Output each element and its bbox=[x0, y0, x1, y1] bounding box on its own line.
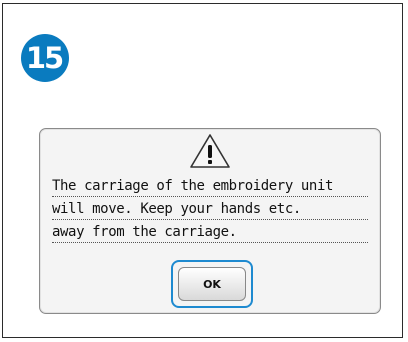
ok-button[interactable]: OK bbox=[178, 267, 246, 301]
warning-dialog: The carriage of the embroidery unit will… bbox=[39, 128, 381, 314]
warning-message: The carriage of the embroidery unit will… bbox=[52, 176, 368, 245]
ok-button-highlight: OK bbox=[171, 260, 253, 308]
warning-icon bbox=[190, 134, 230, 168]
step-number-badge: 15 bbox=[21, 34, 69, 82]
message-line: The carriage of the embroidery unit bbox=[52, 176, 368, 197]
message-line: will move. Keep your hands etc. bbox=[52, 199, 368, 220]
message-line: away from the carriage. bbox=[52, 222, 368, 243]
step-number: 15 bbox=[25, 40, 64, 75]
instruction-frame: 15 The carriage of the embroidery unit w… bbox=[2, 3, 403, 338]
